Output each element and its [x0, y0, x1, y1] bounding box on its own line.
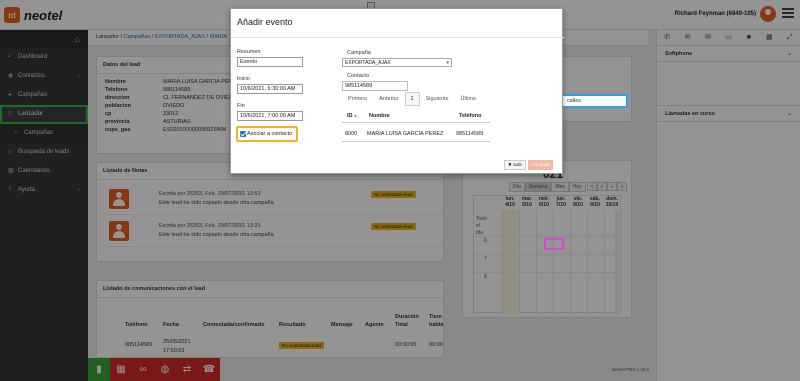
salir-label: Salir [513, 162, 523, 167]
pagination: Primero Anterior 1 Siguiente Último [342, 92, 482, 106]
prev-page-button[interactable]: Anterior [373, 92, 404, 106]
divider [342, 141, 490, 142]
fin-input[interactable]: 10/6/2021, 7:00:00 AM [237, 111, 303, 121]
guardar-label: Guardar [533, 162, 551, 167]
salir-button[interactable]: ✖ Salir [504, 160, 527, 170]
last-page-button[interactable]: Último [455, 92, 483, 106]
close-icon: ✖ [508, 162, 512, 167]
page-number-button[interactable]: 1 [404, 92, 420, 106]
col-header-telefono[interactable]: Teléfono [459, 113, 482, 119]
associate-contact-option[interactable]: Asociar a contacto [236, 126, 298, 142]
calles-label: calles [567, 98, 582, 104]
resumen-label: Resumen [237, 49, 261, 55]
contact-phone[interactable]: 985114589 [456, 131, 483, 137]
inicio-label: Inicio [237, 76, 250, 82]
contacto-input[interactable]: 985114589 [342, 81, 408, 91]
contact-name[interactable]: MARIA LUISA GARCIA PEREZ [367, 131, 443, 137]
campana-select[interactable]: EXPORTADA_AJAX ▾ [342, 58, 452, 67]
sort-icon: ▴ [354, 113, 357, 119]
add-event-modal: Añadir evento Resumen Evento Inicio 10/6… [230, 8, 564, 174]
contacto-label: Contacto [347, 73, 370, 79]
associate-label: Asociar a contacto [247, 131, 293, 137]
chevron-down-icon: ▾ [446, 60, 449, 66]
save-icon: ▪ [531, 162, 533, 167]
campana-label: Campaña [347, 50, 371, 56]
contact-id[interactable]: 8000 [345, 131, 357, 137]
inicio-input[interactable]: 10/6/2021, 6:30:00 AM [237, 84, 303, 94]
divider [231, 37, 564, 38]
col-header-nombre[interactable]: Nombre [369, 113, 390, 119]
col-header-id[interactable]: ID ▴ [347, 113, 357, 119]
fin-label: Fin [237, 103, 245, 109]
selected-slot[interactable] [544, 238, 564, 250]
modal-title: Añadir evento [237, 17, 293, 27]
col-header-label: ID [347, 113, 353, 119]
campana-value: EXPORTADA_AJAX [345, 60, 391, 66]
next-page-button[interactable]: Siguiente [420, 92, 455, 106]
associate-checkbox[interactable] [240, 131, 246, 137]
resumen-input[interactable]: Evento [237, 57, 303, 67]
guardar-button[interactable]: ▪ Guardar [528, 160, 554, 170]
calles-highlight: calles [556, 94, 628, 108]
divider [342, 122, 490, 123]
first-page-button[interactable]: Primero [342, 92, 373, 106]
